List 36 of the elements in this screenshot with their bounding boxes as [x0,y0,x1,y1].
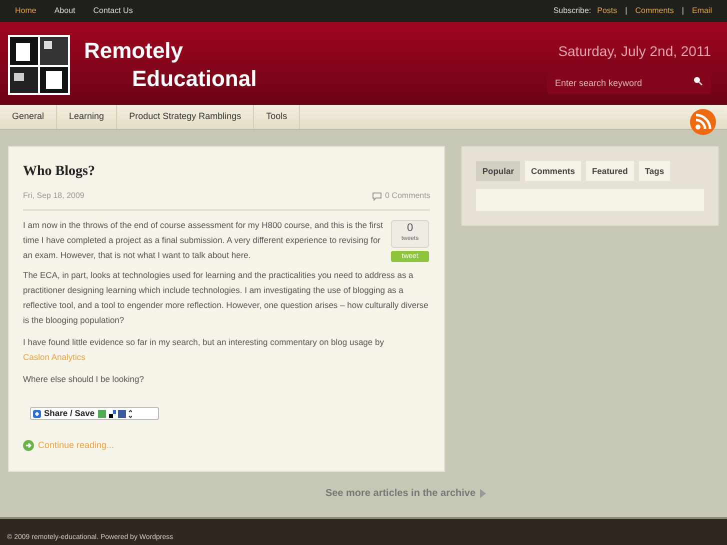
logo-drawing [8,35,70,95]
separator: | [624,5,628,17]
subscribe-link[interactable]: Email [692,5,712,17]
category-tab[interactable]: Product Strategy Ramblings [117,105,254,129]
post-paragraph: I am now in the throws of the end of course assessment for my H800 course, and this is the first time I have completed a project as a final submission. A very different experience to revising for an exam. However, that is not what I want to talk about here. [23,219,384,262]
subscribe-link[interactable]: Comments [635,5,674,17]
sidebar-tab[interactable]: Featured [586,161,634,181]
category-tab[interactable]: Learning [57,105,118,129]
post-paragraph: Where else should I be looking? [23,373,145,386]
share-save-button[interactable]: Share / Save [30,407,159,420]
sidebar-tab[interactable]: Comments [525,161,581,181]
sidebar-tab[interactable]: Popular [476,161,520,181]
post-paragraph: I have found little evidence so far in my search, but an interesting commentary on blog usage by Caslon Analytics [23,336,385,364]
post-title[interactable]: Who Blogs? [23,161,430,182]
post-date: Fri, Sep 18, 2009 [23,190,84,202]
nav-link[interactable]: Contact Us [93,5,133,17]
current-date: Saturday, July 2nd, 2011 [558,42,711,61]
social-icons-drawing [98,410,132,418]
post-paragraph: The ECA, in part, looks at technologies used for learning and the practicalities you need to address as a practitioner designing learning which include technologies. I am investigating the use of blogging as a reflective tool, and a tool to engender more reflection. However, one question arises – how culturally diverse is the blooging population? [23,269,430,327]
nav-link[interactable]: About [54,5,76,17]
separator: | [680,5,685,17]
rss-icon[interactable] [689,108,717,136]
arrow-icon [480,489,486,498]
site-title[interactable]: Remotely [84,37,257,65]
subscribe-label: Subscribe: [553,5,592,17]
subscribe-link[interactable]: Posts [597,5,618,17]
nav-link[interactable]: Home [15,5,36,17]
site-title[interactable]: Educational [84,65,257,93]
plus-icon [33,410,41,418]
category-tab[interactable]: Tools [254,105,300,129]
search-field[interactable]: Enter search keyword [547,72,711,94]
arrow-icon [23,440,34,452]
comment-icon [372,192,382,200]
sidebar-tab[interactable]: Tags [638,161,670,181]
search-icon[interactable] [693,76,703,86]
category-tab[interactable]: General [0,105,58,129]
